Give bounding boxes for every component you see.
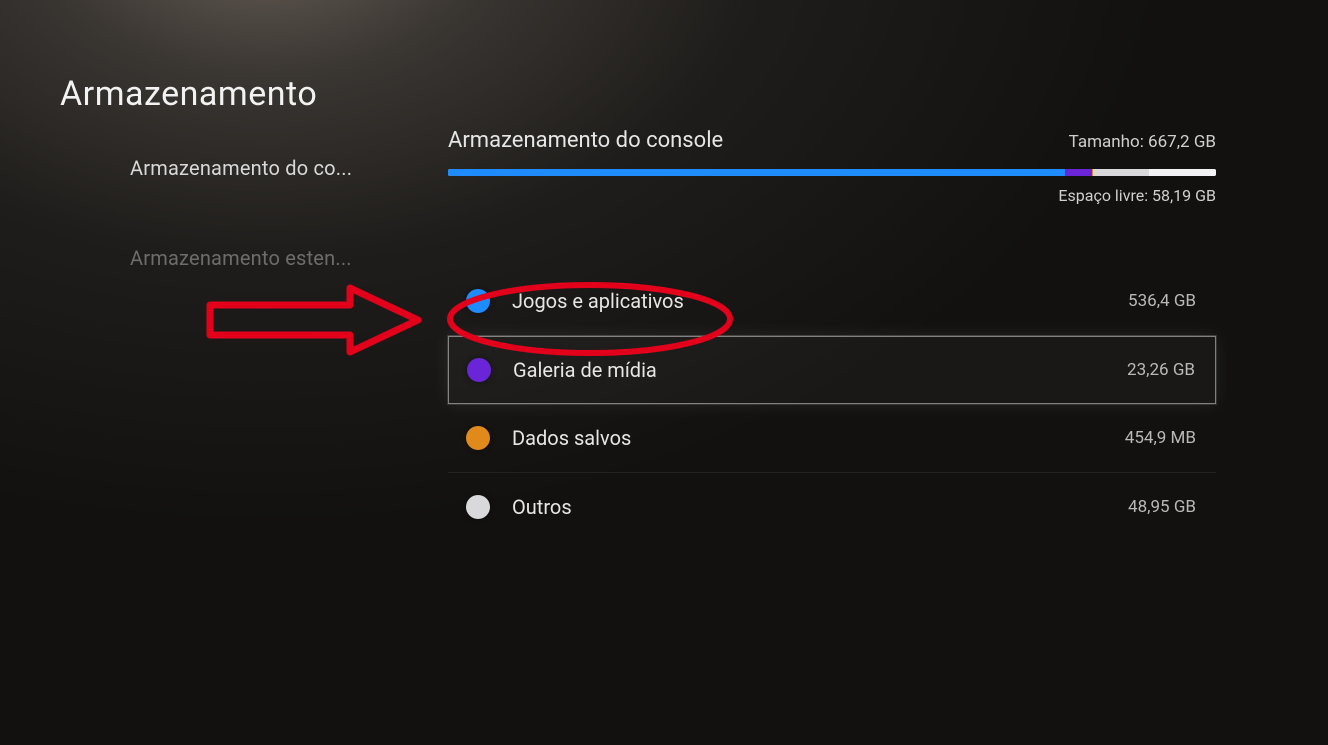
category-row[interactable]: Outros 48,95 GB	[448, 473, 1216, 541]
storage-bar-segment	[448, 169, 1065, 176]
sidebar-item-console-storage[interactable]: Armazenamento do co...	[130, 148, 390, 190]
category-label: Dados salvos	[512, 426, 631, 450]
category-color-dot	[466, 495, 490, 519]
category-color-dot	[466, 426, 490, 450]
storage-title: Armazenamento do console	[448, 128, 723, 153]
category-label: Outros	[512, 495, 572, 519]
category-size: 48,95 GB	[1128, 497, 1196, 517]
category-color-dot	[466, 289, 490, 313]
category-row[interactable]: Galeria de mídia 23,26 GB	[448, 336, 1216, 404]
page-title: Armazenamento	[60, 74, 317, 114]
category-size: 23,26 GB	[1127, 360, 1195, 380]
category-color-dot	[467, 358, 491, 382]
category-row[interactable]: Dados salvos 454,9 MB	[448, 404, 1216, 473]
category-label: Galeria de mídia	[513, 358, 657, 382]
category-label: Jogos e aplicativos	[512, 289, 684, 313]
category-size: 454,9 MB	[1125, 428, 1196, 448]
category-size: 536,4 GB	[1128, 291, 1196, 311]
category-row[interactable]: Jogos e aplicativos 536,4 GB	[448, 267, 1216, 336]
storage-header: Armazenamento do console Tamanho: 667,2 …	[448, 128, 1216, 223]
sidebar-item-extended-storage[interactable]: Armazenamento esten...	[130, 238, 390, 280]
storage-bar-segment	[1065, 169, 1092, 176]
storage-total-size: Tamanho: 667,2 GB	[1069, 132, 1216, 152]
storage-free-space: Espaço livre: 58,19 GB	[448, 186, 1216, 205]
sidebar: Armazenamento do co... Armazenamento est…	[130, 148, 390, 280]
storage-bar-segment	[1149, 169, 1216, 176]
category-list: Jogos e aplicativos 536,4 GB Galeria de mí…	[448, 267, 1216, 541]
storage-usage-bar	[448, 169, 1216, 176]
storage-bar-segment	[1093, 169, 1149, 176]
main-panel: Armazenamento do console Tamanho: 667,2 …	[448, 128, 1216, 541]
